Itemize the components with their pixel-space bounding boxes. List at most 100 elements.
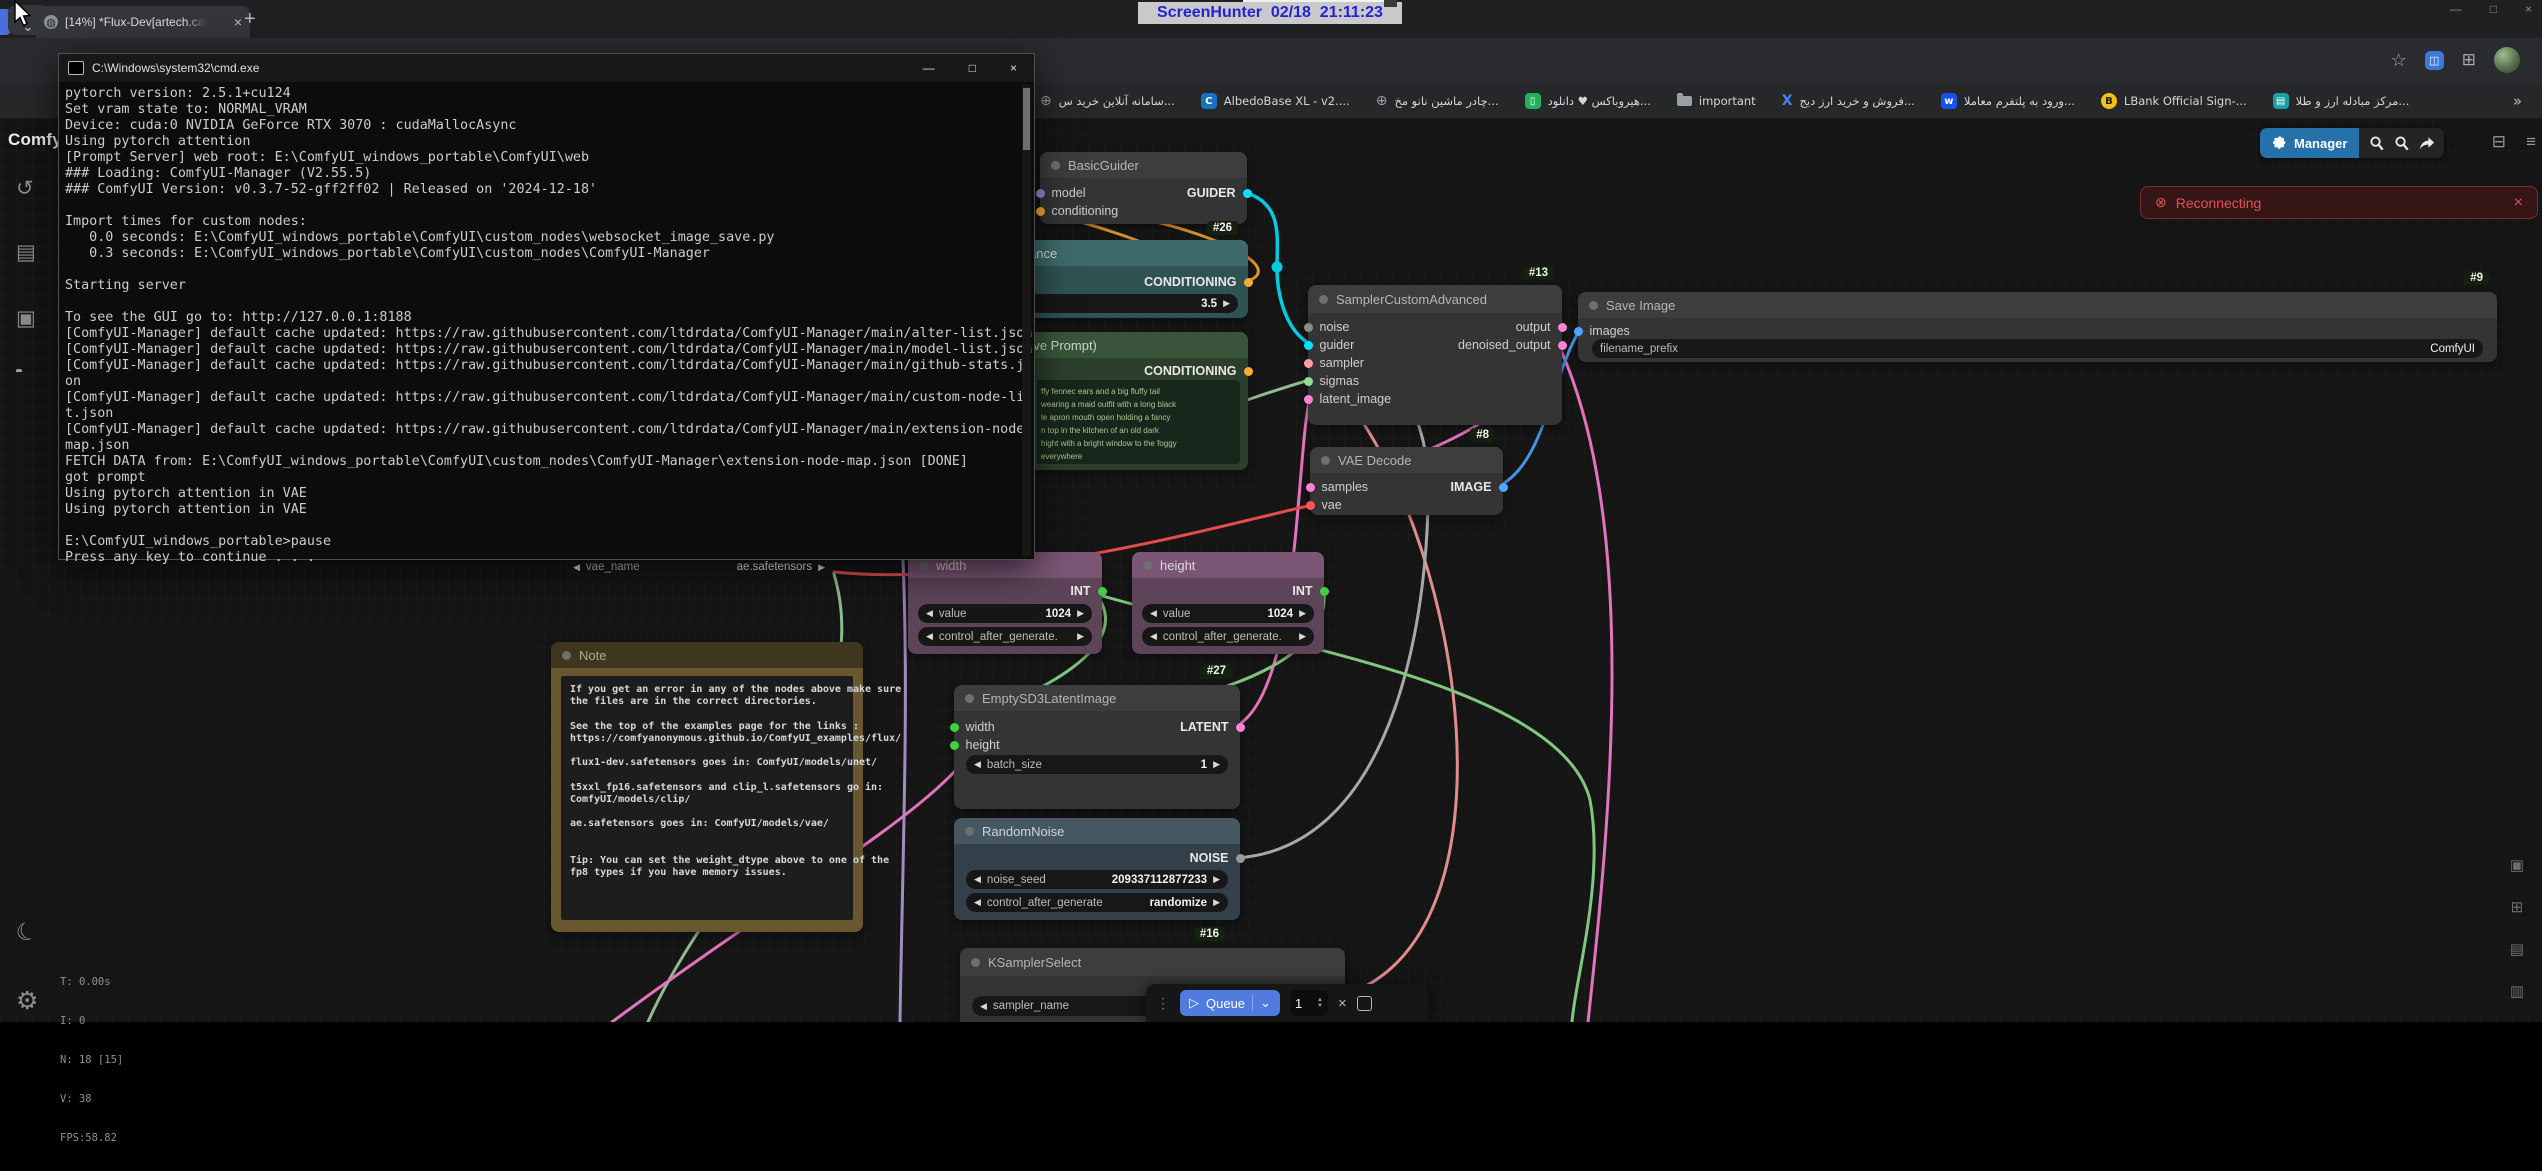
conditioning-output-dot[interactable]: [1244, 278, 1253, 287]
increment-arrow[interactable]: ▶: [1299, 631, 1306, 642]
menu-icon[interactable]: ≡: [2526, 132, 2536, 152]
control-after-generate-widget[interactable]: ◀ control_after_generate. ▶: [1142, 627, 1314, 646]
increment-arrow[interactable]: ▶: [1213, 759, 1220, 770]
node-basic-guider[interactable]: BasicGuider model GUIDER conditioning: [1040, 152, 1247, 224]
images-input-dot[interactable]: [1574, 327, 1583, 336]
value-widget[interactable]: ◀ value 1024 ▶: [918, 604, 1092, 623]
output-dot[interactable]: [1558, 323, 1567, 332]
bookmark-item[interactable]: ⊕سامانه آنلاین خرید س...: [1040, 93, 1175, 109]
node-sampler-custom-advanced[interactable]: #13 SamplerCustomAdvanced noise output g…: [1308, 285, 1562, 425]
decrement-arrow[interactable]: ◀: [926, 631, 933, 642]
latent-image-input-dot[interactable]: [1304, 395, 1313, 404]
node-empty-sd3-latent-image[interactable]: #27 EmptySD3LatentImage width LATENT hei…: [954, 685, 1240, 809]
decrement-arrow[interactable]: ◀: [1150, 608, 1157, 619]
tab-close-icon[interactable]: ×: [234, 14, 242, 30]
browser-tab[interactable]: ◍ [14%] *Flux-Dev[artech.cafe] - C ×: [36, 6, 250, 38]
model-input-dot[interactable]: [1036, 189, 1045, 198]
workflows-icon[interactable]: ↺: [16, 176, 34, 201]
decrement-arrow[interactable]: ◀: [926, 608, 933, 619]
int-output-dot[interactable]: [1098, 587, 1107, 596]
search-icon[interactable]: [2392, 134, 2411, 153]
decrement-arrow[interactable]: ◀: [980, 1001, 987, 1012]
increment-arrow[interactable]: ▶: [1213, 874, 1220, 885]
fit-view-icon[interactable]: ⊞: [2511, 898, 2524, 916]
samples-input-dot[interactable]: [1306, 483, 1315, 492]
close-button[interactable]: ×: [1010, 61, 1017, 75]
settings-gear-icon[interactable]: ⚙: [16, 986, 38, 1016]
node-width[interactable]: width INT ◀ value 1024 ▶ ◀ control_after…: [908, 552, 1102, 654]
decrement-arrow[interactable]: ◀: [974, 874, 981, 885]
filename-prefix-widget[interactable]: filename_prefix ComfyUI: [1592, 339, 2483, 358]
node-vae-decode[interactable]: #8 VAE Decode samples IMAGE vae: [1310, 447, 1503, 515]
noise-input-dot[interactable]: [1304, 323, 1313, 332]
node-library-icon[interactable]: ▤: [16, 240, 36, 265]
conditioning-input-dot[interactable]: [1036, 207, 1045, 216]
prompt-text-area[interactable]: ffy fennec ears and a big fluffy tail we…: [1037, 380, 1240, 464]
share-arrow-icon[interactable]: [2417, 134, 2436, 153]
minimize-button[interactable]: —: [2450, 2, 2462, 16]
control-after-generate-widget[interactable]: ◀ control_after_generate. ▶: [918, 627, 1092, 646]
cancel-icon[interactable]: ×: [1338, 995, 1347, 1012]
bottom-panel-icon[interactable]: ⊟: [2492, 132, 2506, 152]
increment-arrow[interactable]: ▶: [1213, 897, 1220, 908]
guider-input-dot[interactable]: [1304, 341, 1313, 350]
profile-avatar[interactable]: [2494, 47, 2520, 73]
cmd-window[interactable]: C:\Windows\system32\cmd.exe — □ × pytorc…: [58, 53, 1035, 560]
bookmark-item[interactable]: ▤مرکز مبادله ارز و طلا...: [2273, 93, 2410, 109]
minimize-button[interactable]: —: [923, 61, 935, 75]
increment-arrow[interactable]: ▶: [1299, 608, 1306, 619]
stop-icon[interactable]: [1357, 996, 1372, 1011]
extension-icon[interactable]: ◫: [2425, 51, 2444, 70]
node-height[interactable]: height INT ◀ value 1024 ▶ ◀ control_afte…: [1132, 552, 1324, 654]
increment-arrow[interactable]: ▶: [1223, 298, 1230, 309]
bookmarks-overflow-chevron[interactable]: »: [2513, 92, 2522, 110]
bookmark-item[interactable]: BLBank Official Sign-...: [2101, 93, 2247, 109]
chevron-down-icon[interactable]: ⌄: [1260, 995, 1271, 1011]
queue-button[interactable]: ▷ Queue ⌄: [1180, 990, 1280, 1016]
bookmark-item[interactable]: Xفروش و خرید ارز دیج...: [1782, 93, 1915, 109]
control-after-generate-widget[interactable]: ◀ control_after_generate randomize ▶: [966, 893, 1228, 912]
list-panel-icon[interactable]: ▤: [2510, 940, 2524, 958]
split-panel-icon[interactable]: ▥: [2510, 982, 2524, 1000]
sigmas-input-dot[interactable]: [1304, 377, 1313, 386]
height-input-dot[interactable]: [950, 741, 959, 750]
noise-output-dot[interactable]: [1236, 854, 1245, 863]
node-note[interactable]: Note If you get an error in any of the n…: [551, 642, 863, 932]
bookmark-item[interactable]: important: [1677, 94, 1756, 108]
width-input-dot[interactable]: [950, 723, 959, 732]
apps-grid-icon[interactable]: ⊞: [2462, 50, 2476, 70]
bookmark-item[interactable]: CAlbedoBase XL - v2....: [1201, 93, 1350, 109]
maximize-button[interactable]: □: [2490, 2, 2497, 16]
sampler-input-dot[interactable]: [1304, 359, 1313, 368]
image-output-dot[interactable]: [1499, 483, 1508, 492]
note-text-area[interactable]: If you get an error in any of the nodes …: [561, 676, 853, 920]
guider-output-dot[interactable]: [1243, 189, 1252, 198]
scrollbar-thumb[interactable]: [1023, 88, 1030, 150]
batch-count-stepper[interactable]: 1 ▲▼: [1290, 990, 1328, 1016]
model-library-icon[interactable]: ▣: [16, 306, 36, 331]
increment-arrow[interactable]: ▶: [1077, 631, 1084, 642]
close-button[interactable]: ×: [2525, 2, 2532, 16]
search-icon[interactable]: [2367, 134, 2386, 153]
node-save-image[interactable]: #9 Save Image images filename_prefix Com…: [1578, 292, 2497, 362]
decrement-arrow[interactable]: ▼: [1317, 1003, 1323, 1009]
bookmark-item[interactable]: wورود به پلتفرم معاملا...: [1941, 93, 2075, 109]
bookmark-item[interactable]: ⊕چادر ماشین نانو مخ...: [1376, 93, 1499, 109]
toast-close-icon[interactable]: ×: [2514, 194, 2523, 212]
bookmark-star-icon[interactable]: ☆: [2391, 50, 2407, 71]
cmd-titlebar[interactable]: C:\Windows\system32\cmd.exe — □ ×: [59, 54, 1034, 82]
batch-size-widget[interactable]: ◀ batch_size 1 ▶: [966, 755, 1228, 774]
value-widget[interactable]: ◀ value 1024 ▶: [1142, 604, 1314, 623]
decrement-arrow[interactable]: ◀: [974, 759, 981, 770]
maximize-button[interactable]: □: [969, 61, 976, 75]
drag-handle-icon[interactable]: ⋮: [1156, 995, 1170, 1012]
node-random-noise[interactable]: RandomNoise NOISE ◀ noise_seed 209337112…: [954, 818, 1240, 920]
scrollbar[interactable]: [1022, 84, 1031, 556]
increment-arrow[interactable]: ▶: [1077, 608, 1084, 619]
vae-input-dot[interactable]: [1306, 501, 1315, 510]
bookmark-item[interactable]: ▯هیروباکس ♥ دانلود...: [1525, 93, 1651, 109]
decrement-arrow[interactable]: ◀: [974, 897, 981, 908]
gallery-icon[interactable]: ▣: [2510, 856, 2524, 874]
conditioning-output-dot[interactable]: [1244, 367, 1253, 376]
manager-button[interactable]: Manager: [2260, 128, 2359, 158]
